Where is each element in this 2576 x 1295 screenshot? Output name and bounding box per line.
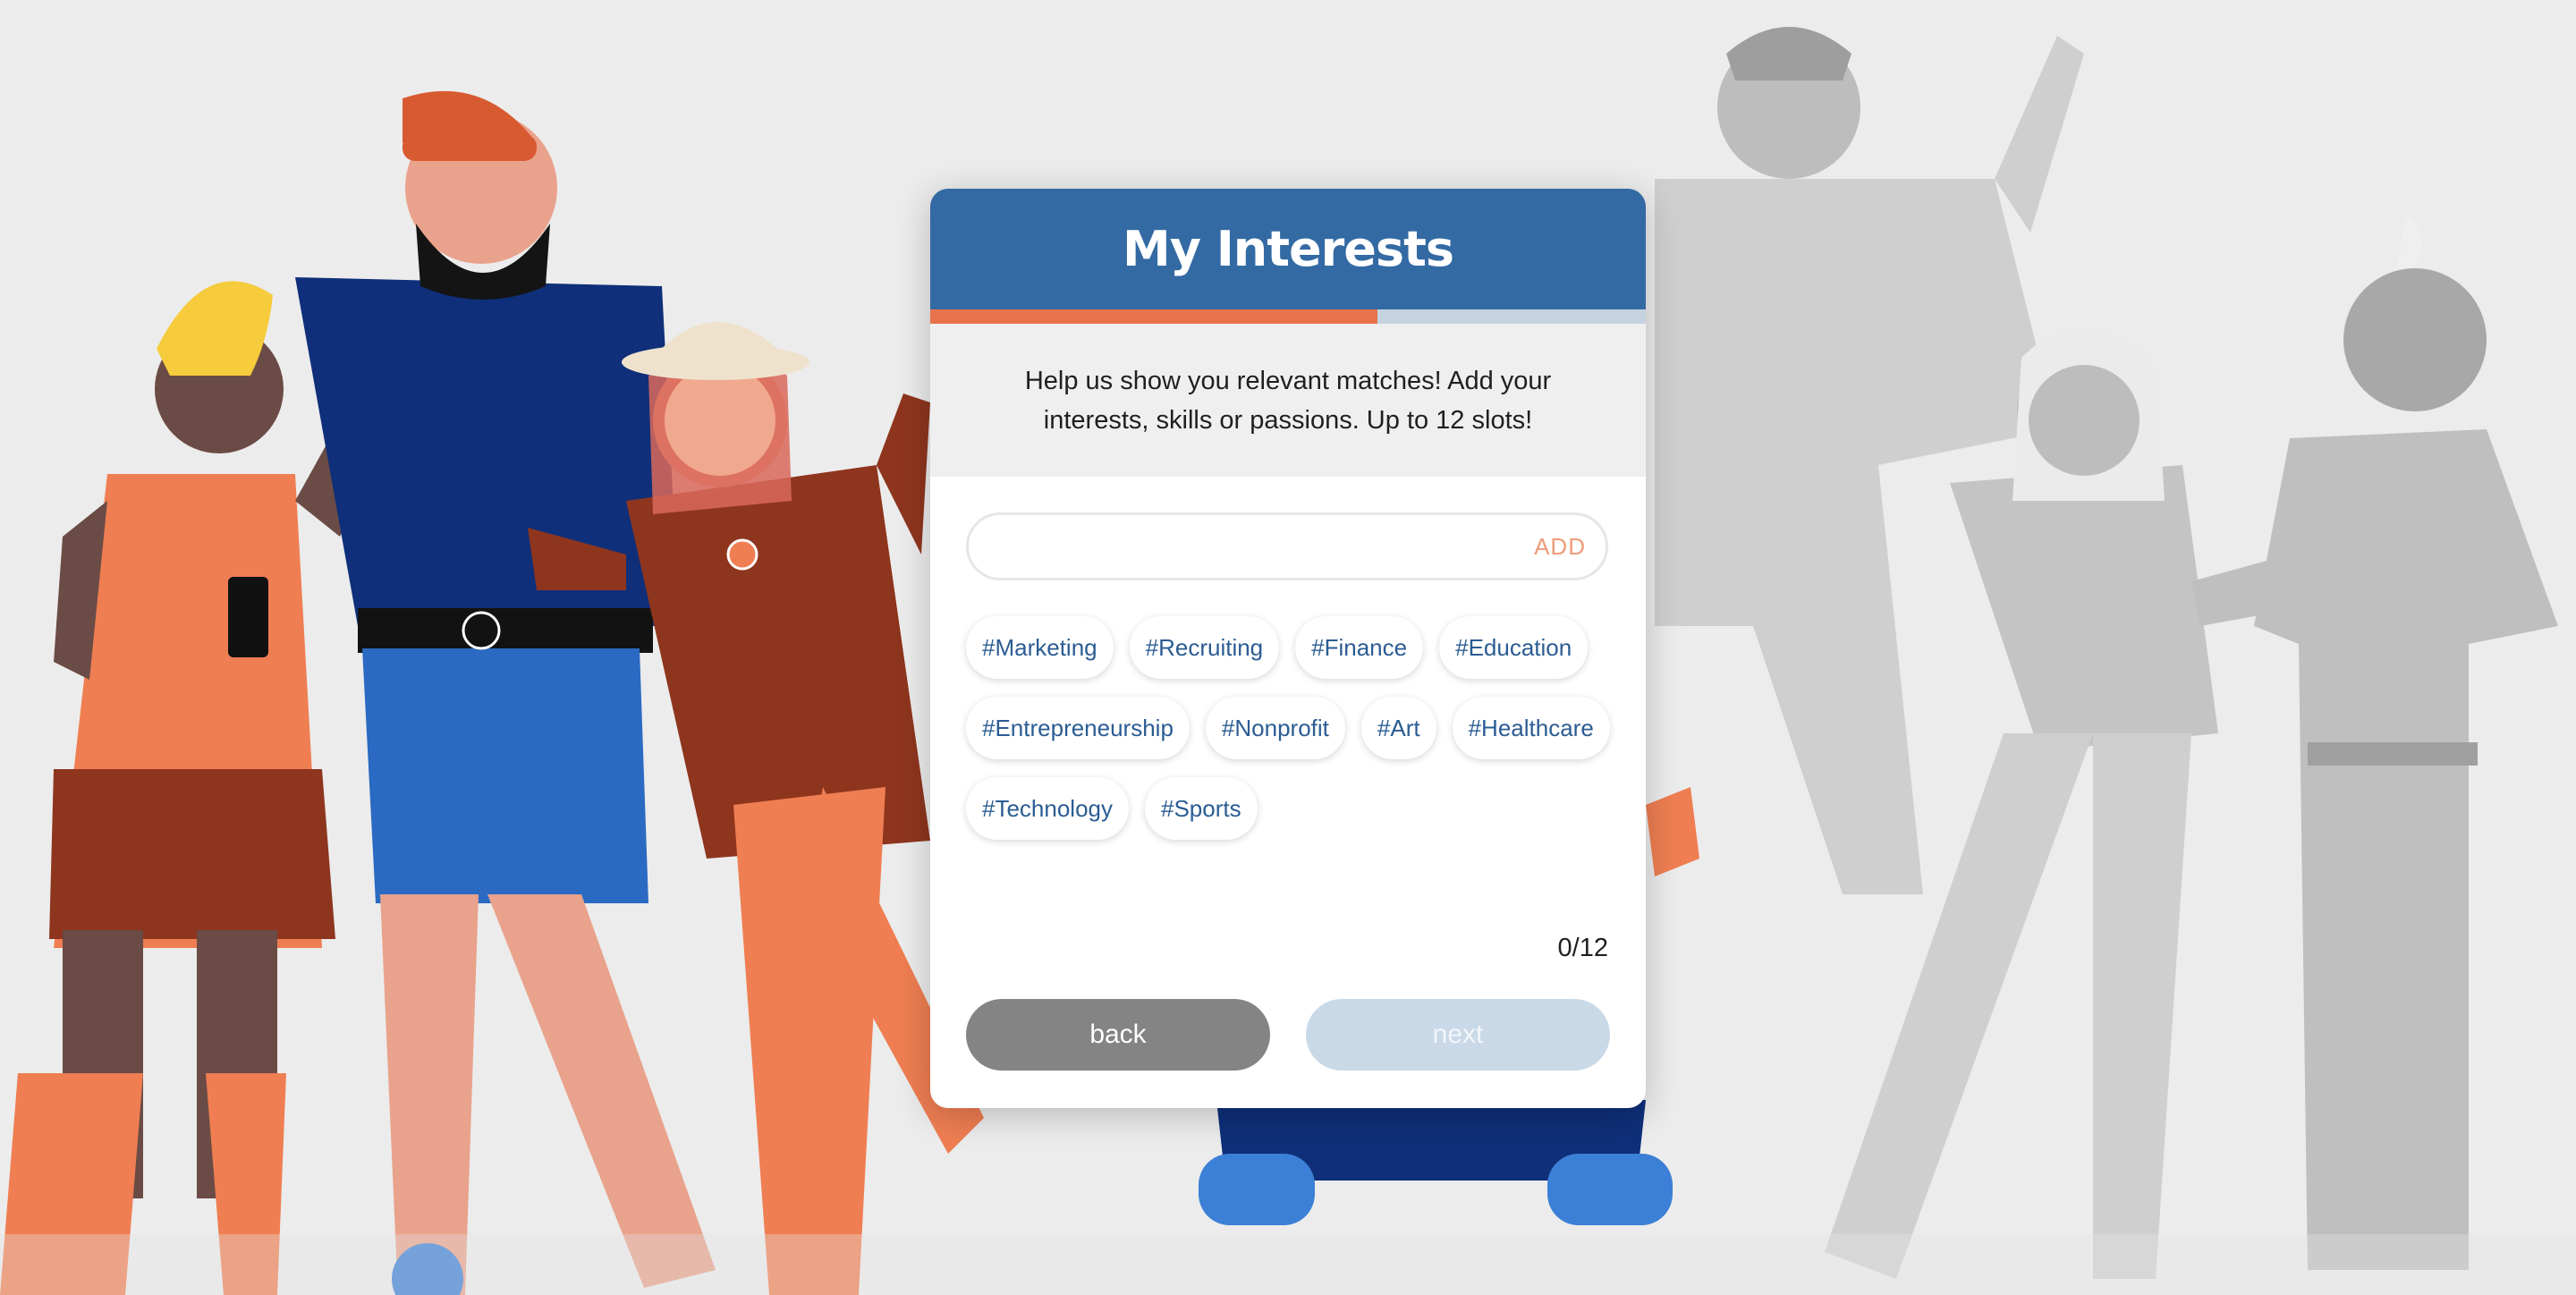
interests-modal: My Interests Help us show you relevant m… bbox=[930, 189, 1646, 1108]
progress-fill bbox=[930, 309, 1377, 324]
add-button[interactable]: ADD bbox=[1534, 533, 1586, 561]
tag-technology[interactable]: #Technology bbox=[966, 777, 1129, 840]
tag-sports[interactable]: #Sports bbox=[1145, 777, 1258, 840]
tag-healthcare[interactable]: #Healthcare bbox=[1452, 697, 1610, 759]
progress-bar bbox=[930, 309, 1646, 324]
tag-education[interactable]: #Education bbox=[1439, 616, 1589, 679]
interest-input-row: ADD bbox=[966, 512, 1608, 580]
tag-art[interactable]: #Art bbox=[1360, 697, 1436, 759]
interest-input[interactable] bbox=[996, 531, 1535, 562]
tag-marketing[interactable]: #Marketing bbox=[966, 616, 1114, 679]
back-button[interactable]: back bbox=[966, 999, 1270, 1071]
intro-text: Help us show you relevant matches! Add y… bbox=[1024, 366, 1552, 435]
slot-counter: 0/12 bbox=[1557, 934, 1608, 962]
modal-title: My Interests bbox=[1122, 221, 1454, 277]
suggested-tags: #Marketing #Recruiting #Finance #Educati… bbox=[966, 616, 1619, 840]
tag-recruiting[interactable]: #Recruiting bbox=[1129, 616, 1280, 679]
intro-panel: Help us show you relevant matches! Add y… bbox=[930, 324, 1646, 477]
tag-finance[interactable]: #Finance bbox=[1295, 616, 1424, 679]
people-illustration-right bbox=[1655, 27, 2558, 1279]
tag-nonprofit[interactable]: #Nonprofit bbox=[1205, 697, 1345, 759]
modal-header: My Interests bbox=[930, 189, 1646, 309]
next-button[interactable]: next bbox=[1306, 999, 1610, 1071]
tag-entrepreneurship[interactable]: #Entrepreneurship bbox=[966, 697, 1190, 759]
